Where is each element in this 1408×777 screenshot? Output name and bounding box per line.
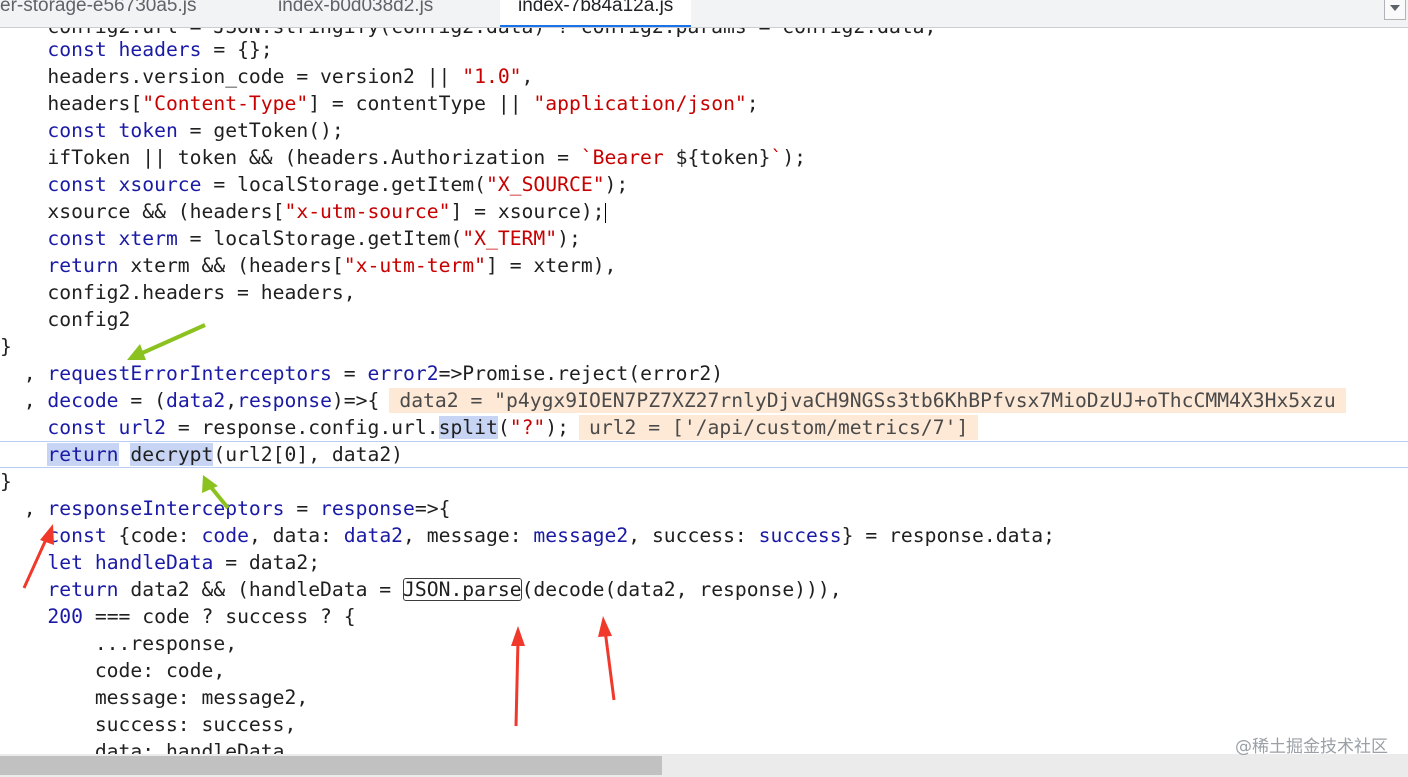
code-line: code: code,: [0, 659, 226, 682]
code-line: const url2 = response.config.url.split("…: [0, 414, 1408, 441]
inline-value-url2: url2 = ['/api/custom/metrics/7']: [579, 415, 979, 440]
code-line: , decode = (data2,response)=>{data2 = "p…: [0, 387, 1408, 414]
code-line: ifToken || token && (headers.Authorizati…: [0, 146, 807, 169]
code-editor[interactable]: config2.url = JSON.stringify(config2.dat…: [0, 28, 1408, 754]
scrollbar-thumb[interactable]: [0, 756, 662, 775]
code-line: }: [0, 470, 12, 493]
code-line: , responseInterceptors = response=>{: [0, 497, 451, 520]
code-line: success: success,: [0, 713, 297, 736]
code-line: config2.headers = headers,: [0, 281, 356, 304]
tab-overflow-chevron-icon[interactable]: [1384, 0, 1406, 20]
code-line: 200 === code ? success ? {: [47, 605, 356, 628]
tab-index-7b84a12a[interactable]: index-7b84a12a.js: [500, 0, 692, 27]
code-line: xsource && (headers["x-utm-source"] = xs…: [0, 200, 606, 223]
file-tab-bar: er-storage-e56730a5.js index-b0d038d2.js…: [0, 0, 1408, 28]
code-line: const {code: code, data: data2, message:…: [47, 524, 1055, 547]
horizontal-scrollbar[interactable]: [0, 754, 1408, 777]
code-line: config2: [0, 308, 131, 331]
code-line: const headers = {};: [47, 38, 273, 61]
code-line: return data2 && (handleData = JSON.parse…: [47, 578, 842, 601]
json-parse-highlight: JSON.parse: [403, 578, 522, 601]
code-line: const xterm = localStorage.getItem("X_TE…: [47, 227, 581, 250]
code-line: ...response,: [0, 632, 238, 655]
inline-value-data2: data2 = "p4ygx9IOEN7PZ7XZ27rnlyDjvaCH9NG…: [389, 388, 1346, 413]
code-line: data: handleData: [0, 740, 285, 754]
code-line: const token = getToken();: [47, 119, 344, 142]
current-execution-line: return decrypt(url2[0], data2): [0, 441, 1408, 468]
text-cursor: [604, 202, 606, 223]
tab-storage-js[interactable]: er-storage-e56730a5.js: [0, 0, 214, 27]
code-line: , requestErrorInterceptors = error2=>Pro…: [0, 362, 724, 385]
code-line: return xterm && (headers["x-utm-term"] =…: [47, 254, 617, 277]
code-line: }: [0, 335, 12, 358]
tab-index-b0d038d2[interactable]: index-b0d038d2.js: [260, 0, 451, 27]
code-line: let handleData = data2;: [47, 551, 321, 574]
watermark: @稀土掘金技术社区: [1235, 737, 1388, 757]
code-line: const xsource = localStorage.getItem("X_…: [47, 173, 629, 196]
code-line: headers["Content-Type"] = contentType ||…: [0, 92, 759, 115]
code-line: message: message2,: [0, 686, 309, 709]
code-line: headers.version_code = version2 || "1.0"…: [0, 65, 534, 88]
